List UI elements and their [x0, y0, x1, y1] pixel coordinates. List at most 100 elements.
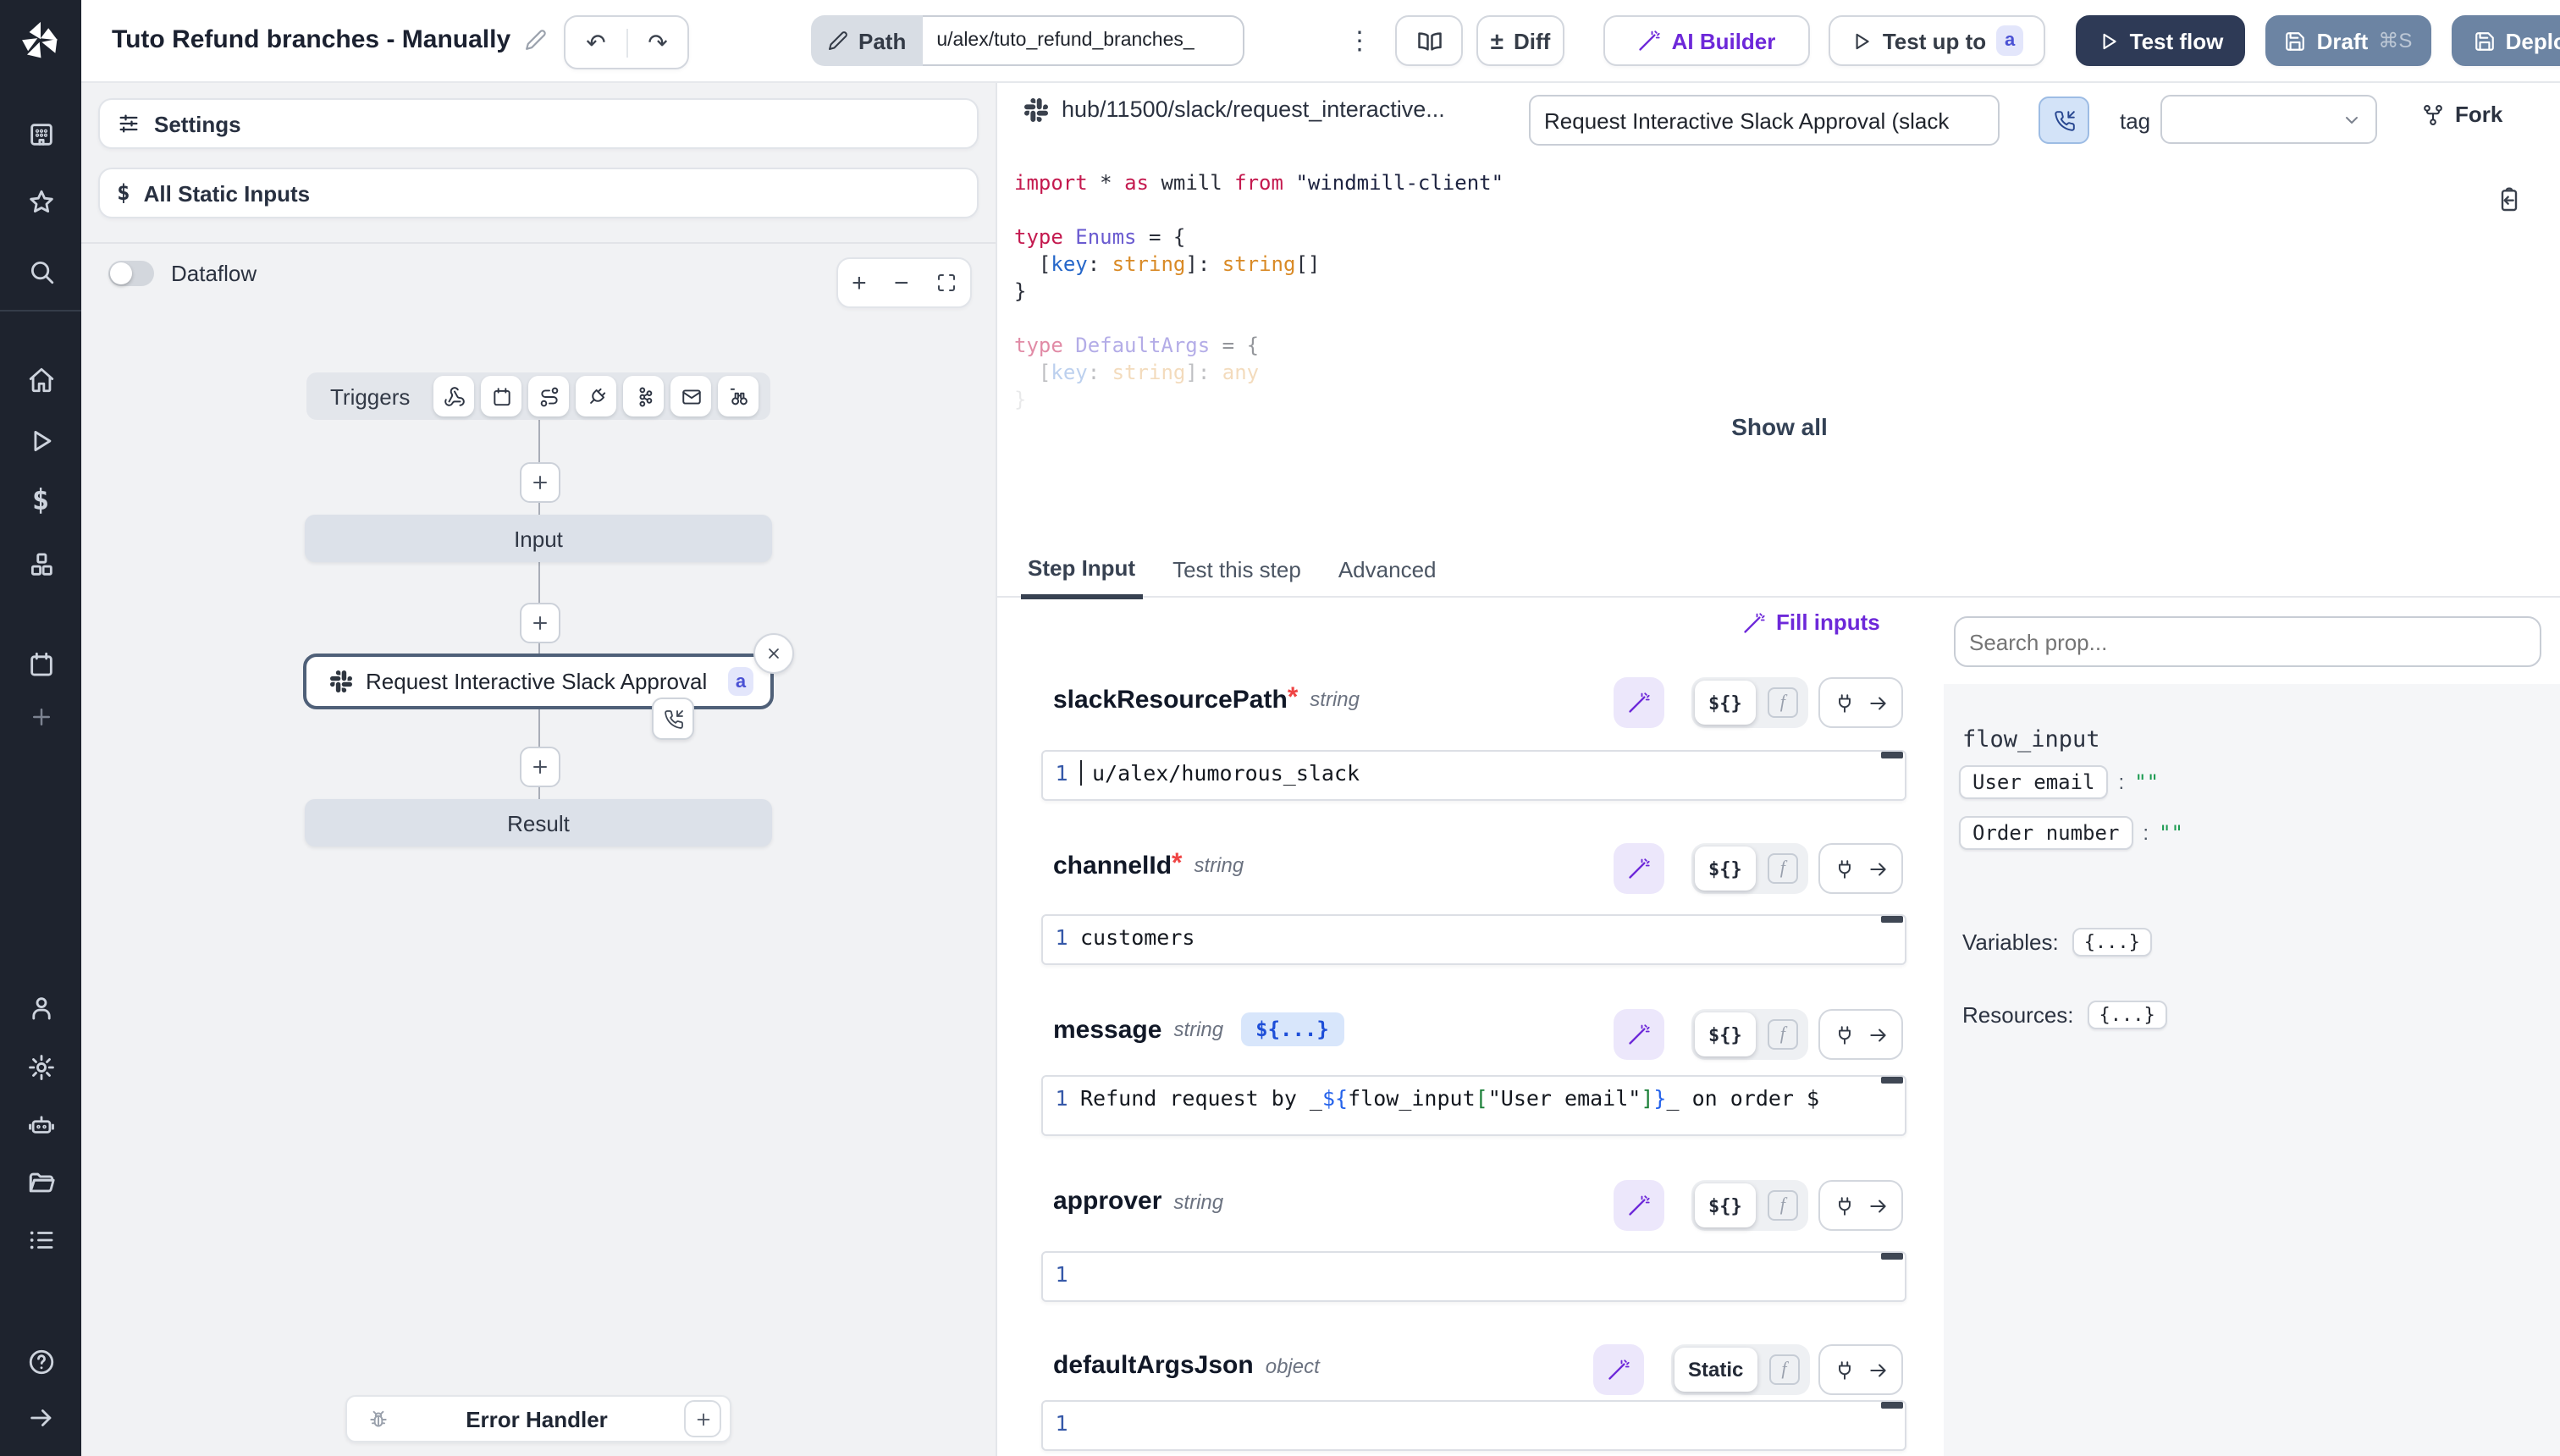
search-prop-input[interactable] — [1954, 616, 2541, 667]
test-up-to-button[interactable]: Test up to a — [1829, 15, 2045, 66]
flow-input-section[interactable]: flow_input — [1962, 726, 2100, 753]
prop-key-user-email[interactable]: User email — [1959, 765, 2109, 799]
windmill-logo[interactable] — [0, 15, 81, 66]
editor-slackResourcePath[interactable]: 1 u/alex/humorous_slack — [1041, 750, 1906, 801]
step-name-input[interactable] — [1529, 95, 2000, 146]
add-step-button-bottom[interactable] — [520, 747, 560, 787]
sidebar-item-audit-logs[interactable] — [0, 1214, 81, 1265]
scheduled-poll-trigger-button[interactable] — [718, 376, 759, 416]
flow-settings-button[interactable]: Settings — [98, 98, 979, 149]
docs-button[interactable] — [1395, 15, 1463, 66]
edit-title-button[interactable] — [524, 29, 546, 51]
editor-defaultArgsJson[interactable]: 1 — [1041, 1400, 1906, 1451]
sidebar-item-add[interactable] — [0, 691, 81, 742]
step-node-slack-approval[interactable]: Request Interactive Slack Approval (... … — [303, 654, 774, 709]
connect-input-button[interactable] — [1818, 1009, 1903, 1060]
connect-input-button[interactable] — [1818, 677, 1903, 728]
diff-button[interactable]: ± Diff — [1476, 15, 1564, 66]
copy-code-button[interactable] — [2496, 186, 2523, 213]
sidebar-item-help[interactable] — [0, 1336, 81, 1387]
sidebar-item-users[interactable] — [0, 982, 81, 1033]
suspend-approval-badge[interactable] — [652, 698, 694, 740]
ai-fill-button[interactable] — [1614, 1180, 1664, 1231]
path-button[interactable]: Path — [811, 15, 923, 66]
static-mode-button[interactable]: Static — [1674, 1348, 1757, 1392]
prop-key-order-number[interactable]: Order number — [1959, 816, 2132, 850]
template-mode-button[interactable]: ${} — [1695, 1012, 1756, 1056]
deploy-button[interactable]: Deploy — [2452, 15, 2560, 66]
sidebar-item-folders[interactable] — [0, 1156, 81, 1207]
zoom-out-button[interactable]: − — [894, 268, 909, 297]
sidebar-expand-button[interactable] — [0, 1392, 81, 1442]
ai-fill-button[interactable] — [1614, 843, 1664, 894]
tab-step-input[interactable]: Step Input — [1021, 541, 1142, 598]
error-handler-node[interactable]: Error Handler — [345, 1395, 731, 1442]
zoom-in-button[interactable]: + — [852, 268, 867, 297]
suspend-approval-toggle-button[interactable] — [2039, 97, 2089, 144]
sidebar-item-workspace[interactable] — [0, 108, 81, 159]
connect-input-button[interactable] — [1818, 843, 1903, 894]
path-input[interactable] — [923, 15, 1244, 66]
redo-button[interactable]: ↷ — [628, 28, 687, 57]
tab-advanced[interactable]: Advanced — [1332, 543, 1443, 596]
javascript-mode-button[interactable]: f — [1768, 1019, 1798, 1050]
javascript-mode-button[interactable]: f — [1768, 1354, 1799, 1385]
input-node[interactable]: Input — [305, 515, 772, 562]
undo-button[interactable]: ↶ — [566, 28, 628, 57]
javascript-mode-button[interactable]: f — [1768, 687, 1798, 718]
editor-message[interactable]: 1 Refund request by _${flow_input["User … — [1041, 1075, 1906, 1136]
draft-button[interactable]: Draft ⌘S — [2265, 15, 2431, 66]
add-step-button-middle[interactable] — [520, 603, 560, 643]
remove-step-button[interactable] — [753, 633, 794, 674]
sidebar-item-favorites[interactable] — [0, 176, 81, 227]
line-number: 1 — [1043, 1253, 1080, 1300]
add-error-handler-button[interactable] — [684, 1400, 721, 1437]
arrow-right-icon — [1867, 1359, 1889, 1381]
sidebar-item-workers[interactable] — [0, 1099, 81, 1150]
javascript-mode-button[interactable]: f — [1768, 1190, 1798, 1221]
connect-input-button[interactable] — [1818, 1344, 1903, 1395]
test-flow-button[interactable]: Test flow — [2076, 15, 2245, 66]
show-all-button[interactable]: Show all — [1731, 413, 1828, 440]
sidebar-item-variables[interactable]: $ — [0, 476, 81, 527]
dataflow-toggle[interactable] — [108, 261, 154, 286]
template-mode-button[interactable]: ${} — [1695, 681, 1756, 725]
sidebar-item-schedules[interactable] — [0, 638, 81, 689]
fork-button[interactable]: Fork — [2421, 102, 2502, 127]
template-mode-button[interactable]: ${} — [1695, 1183, 1756, 1227]
connect-input-button[interactable] — [1818, 1180, 1903, 1231]
result-node[interactable]: Result — [305, 799, 772, 847]
code-preview[interactable]: import * as wmill from "windmill-client"… — [1014, 169, 2504, 413]
email-trigger-button[interactable] — [670, 376, 711, 416]
ai-builder-label: AI Builder — [1672, 28, 1776, 53]
webhook-trigger-button[interactable] — [433, 376, 474, 416]
variables-expand-chip[interactable]: {...} — [2072, 928, 2152, 957]
editor-approver[interactable]: 1 — [1041, 1251, 1906, 1302]
triggers-node[interactable]: Triggers — [306, 372, 770, 420]
fill-inputs-button[interactable]: Fill inputs — [1742, 609, 1880, 635]
more-menu-button[interactable]: ⋮ — [1343, 15, 1377, 66]
schedule-trigger-button[interactable] — [481, 376, 521, 416]
template-mode-button[interactable]: ${} — [1695, 847, 1756, 891]
javascript-mode-button[interactable]: f — [1768, 853, 1798, 884]
zoom-fit-button[interactable] — [936, 273, 957, 293]
editor-channelId[interactable]: 1 customers — [1041, 914, 1906, 965]
tag-select[interactable] — [2160, 95, 2377, 144]
ai-fill-button[interactable] — [1614, 1009, 1664, 1060]
ai-builder-button[interactable]: AI Builder — [1603, 15, 1810, 66]
sidebar-item-search[interactable] — [0, 245, 81, 296]
sidebar-item-runs[interactable] — [0, 415, 81, 466]
all-static-inputs-button[interactable]: $ All Static Inputs — [98, 168, 979, 218]
sidebar-item-home[interactable] — [0, 354, 81, 405]
ai-fill-button[interactable] — [1593, 1344, 1644, 1395]
kafka-trigger-button[interactable] — [623, 376, 664, 416]
http-route-trigger-button[interactable] — [528, 376, 569, 416]
websocket-trigger-button[interactable] — [576, 376, 616, 416]
resources-expand-chip[interactable]: {...} — [2088, 1001, 2167, 1029]
sidebar-item-settings[interactable] — [0, 1041, 81, 1092]
tab-test-this-step[interactable]: Test this step — [1166, 543, 1308, 596]
ai-fill-button[interactable] — [1614, 677, 1664, 728]
hub-script-link[interactable]: hub/11500/slack/request_interactive... — [1024, 97, 1445, 122]
add-step-button-top[interactable] — [520, 462, 560, 503]
sidebar-item-resources[interactable] — [0, 538, 81, 589]
